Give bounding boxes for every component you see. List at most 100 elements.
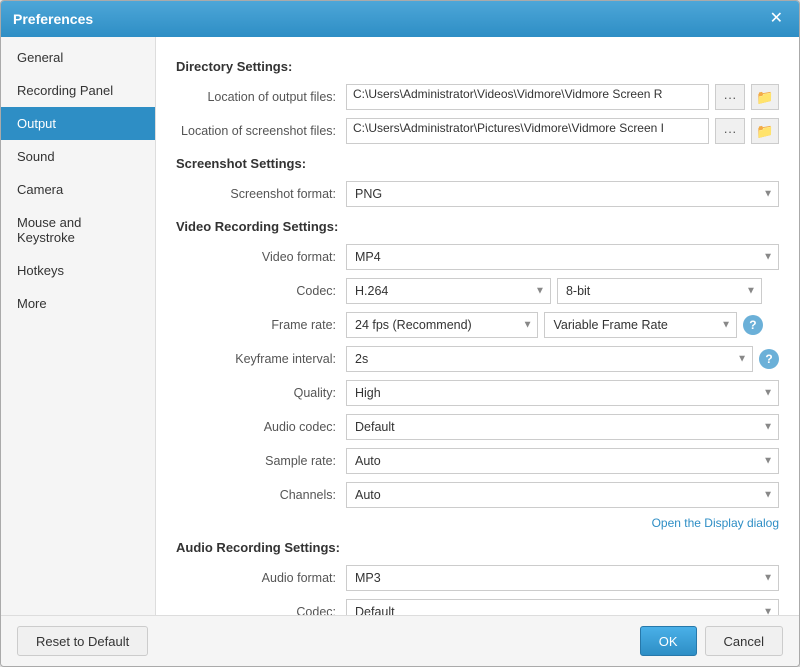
ok-button[interactable]: OK [640,626,697,656]
audio-format-wrap: MP3 AAC WAV FLAC ▼ [346,565,779,591]
variable-frame-rate-wrap: Variable Frame Rate Fixed Frame Rate ▼ [544,312,736,338]
audio-format-controls: MP3 AAC WAV FLAC ▼ [346,565,779,591]
quality-controls: High Medium Low Lossless ▼ [346,380,779,406]
screenshot-format-label: Screenshot format: [176,187,346,201]
channels-select[interactable]: Auto Mono Stereo [346,482,779,508]
frame-rate-wrap: 24 fps (Recommend) 30 fps 60 fps ▼ [346,312,538,338]
audio-codec-label: Audio codec: [176,420,346,434]
sidebar-item-mouse-keystroke[interactable]: Mouse and Keystroke [1,206,155,254]
codec-select[interactable]: H.264 H.265 MPEG-4 [346,278,551,304]
frame-rate-controls: 24 fps (Recommend) 30 fps 60 fps ▼ Varia… [346,312,779,338]
bit-depth-wrap: 8-bit 10-bit ▼ [557,278,762,304]
keyframe-wrap: 2s 4s 6s ▼ [346,346,753,372]
output-files-folder-button[interactable]: 📁 [751,84,779,110]
cancel-button[interactable]: Cancel [705,626,783,656]
audio-codec2-label: Codec: [176,605,346,615]
quality-select[interactable]: High Medium Low Lossless [346,380,779,406]
video-format-select[interactable]: MP4 MOV AVI MKV [346,244,779,270]
title-bar: Preferences ✕ [1,1,799,37]
sidebar-item-sound[interactable]: Sound [1,140,155,173]
variable-frame-rate-select[interactable]: Variable Frame Rate Fixed Frame Rate [544,312,736,338]
screenshot-files-folder-button[interactable]: 📁 [751,118,779,144]
dialog-title: Preferences [13,11,93,27]
channels-row: Channels: Auto Mono Stereo ▼ [176,482,779,508]
preferences-dialog: Preferences ✕ General Recording Panel Ou… [0,0,800,667]
screenshot-files-controls: C:\Users\Administrator\Pictures\Vidmore\… [346,118,779,144]
video-format-wrap: MP4 MOV AVI MKV ▼ [346,244,779,270]
quality-wrap: High Medium Low Lossless ▼ [346,380,779,406]
screenshot-format-select[interactable]: PNG JPG BMP GIF [346,181,779,207]
sample-rate-controls: Auto 44100 Hz 48000 Hz ▼ [346,448,779,474]
screenshot-section-title: Screenshot Settings: [176,156,779,171]
folder-icon-2: 📁 [756,123,773,140]
codec-wrap: H.264 H.265 MPEG-4 ▼ [346,278,551,304]
video-format-row: Video format: MP4 MOV AVI MKV ▼ [176,244,779,270]
frame-rate-help-button[interactable]: ? [743,315,763,335]
dialog-content: General Recording Panel Output Sound Cam… [1,37,799,615]
video-section-title: Video Recording Settings: [176,219,779,234]
codec-row: Codec: H.264 H.265 MPEG-4 ▼ 8-bit 10- [176,278,779,304]
sample-rate-row: Sample rate: Auto 44100 Hz 48000 Hz ▼ [176,448,779,474]
directory-section-title: Directory Settings: [176,59,779,74]
codec-label: Codec: [176,284,346,298]
quality-row: Quality: High Medium Low Lossless ▼ [176,380,779,406]
audio-codec2-controls: Default MP3 AAC ▼ [346,599,779,615]
audio-format-select[interactable]: MP3 AAC WAV FLAC [346,565,779,591]
sidebar-item-more[interactable]: More [1,287,155,320]
audio-codec2-select[interactable]: Default MP3 AAC [346,599,779,615]
open-display-link[interactable]: Open the Display dialog [652,516,779,530]
output-files-label: Location of output files: [176,90,346,104]
keyframe-help-button[interactable]: ? [759,349,779,369]
screenshot-files-row: Location of screenshot files: C:\Users\A… [176,118,779,144]
audio-codec-select[interactable]: Default AAC MP3 [346,414,779,440]
channels-wrap: Auto Mono Stereo ▼ [346,482,779,508]
keyframe-select[interactable]: 2s 4s 6s [346,346,753,372]
screenshot-files-path: C:\Users\Administrator\Pictures\Vidmore\… [346,118,709,144]
quality-label: Quality: [176,386,346,400]
sidebar-item-hotkeys[interactable]: Hotkeys [1,254,155,287]
bit-depth-select[interactable]: 8-bit 10-bit [557,278,762,304]
keyframe-label: Keyframe interval: [176,352,346,366]
screenshot-files-label: Location of screenshot files: [176,124,346,138]
audio-codec-row: Audio codec: Default AAC MP3 ▼ [176,414,779,440]
display-link-row: Open the Display dialog [176,516,779,530]
output-files-path: C:\Users\Administrator\Videos\Vidmore\Vi… [346,84,709,110]
output-files-dots-button[interactable]: ··· [715,84,745,110]
main-panel: Directory Settings: Location of output f… [156,37,799,615]
sidebar-item-recording-panel[interactable]: Recording Panel [1,74,155,107]
audio-format-label: Audio format: [176,571,346,585]
audio-codec2-wrap: Default MP3 AAC ▼ [346,599,779,615]
output-files-controls: C:\Users\Administrator\Videos\Vidmore\Vi… [346,84,779,110]
sample-rate-label: Sample rate: [176,454,346,468]
keyframe-controls: 2s 4s 6s ▼ ? [346,346,779,372]
audio-format-row: Audio format: MP3 AAC WAV FLAC ▼ [176,565,779,591]
audio-codec2-row: Codec: Default MP3 AAC ▼ [176,599,779,615]
codec-controls: H.264 H.265 MPEG-4 ▼ 8-bit 10-bit ▼ [346,278,779,304]
frame-rate-label: Frame rate: [176,318,346,332]
sidebar-item-camera[interactable]: Camera [1,173,155,206]
screenshot-format-controls: PNG JPG BMP GIF ▼ [346,181,779,207]
frame-rate-select[interactable]: 24 fps (Recommend) 30 fps 60 fps [346,312,538,338]
sample-rate-select[interactable]: Auto 44100 Hz 48000 Hz [346,448,779,474]
reset-button[interactable]: Reset to Default [17,626,148,656]
audio-codec-controls: Default AAC MP3 ▼ [346,414,779,440]
video-format-controls: MP4 MOV AVI MKV ▼ [346,244,779,270]
sidebar-item-output[interactable]: Output [1,107,155,140]
channels-label: Channels: [176,488,346,502]
sidebar-item-general[interactable]: General [1,41,155,74]
sidebar: General Recording Panel Output Sound Cam… [1,37,156,615]
frame-rate-row: Frame rate: 24 fps (Recommend) 30 fps 60… [176,312,779,338]
audio-codec-wrap: Default AAC MP3 ▼ [346,414,779,440]
sample-rate-wrap: Auto 44100 Hz 48000 Hz ▼ [346,448,779,474]
screenshot-format-row: Screenshot format: PNG JPG BMP GIF ▼ [176,181,779,207]
video-format-label: Video format: [176,250,346,264]
keyframe-row: Keyframe interval: 2s 4s 6s ▼ ? [176,346,779,372]
audio-recording-section-title: Audio Recording Settings: [176,540,779,555]
output-files-row: Location of output files: C:\Users\Admin… [176,84,779,110]
folder-icon: 📁 [756,89,773,106]
close-button[interactable]: ✕ [766,9,787,29]
channels-controls: Auto Mono Stereo ▼ [346,482,779,508]
screenshot-files-dots-button[interactable]: ··· [715,118,745,144]
footer-right: OK Cancel [640,626,783,656]
footer: Reset to Default OK Cancel [1,615,799,666]
